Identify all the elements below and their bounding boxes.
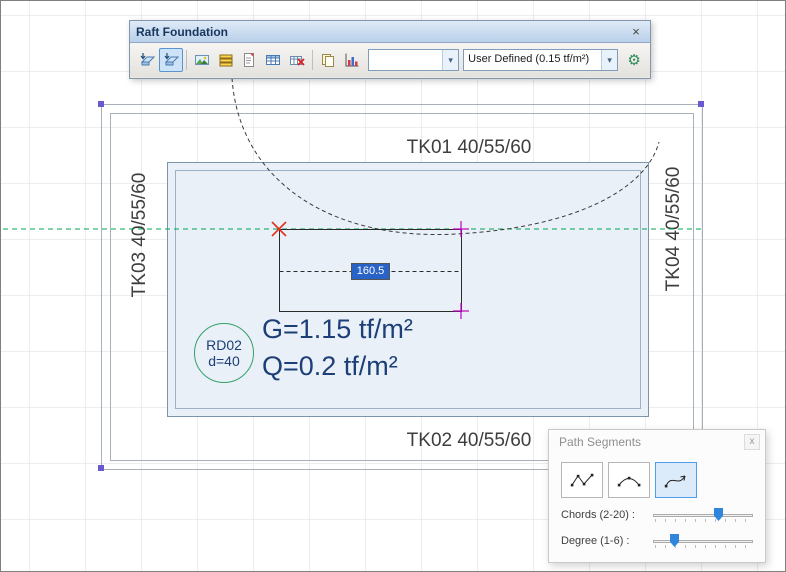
corner-marker xyxy=(98,101,104,107)
beam-label-tk01: TK01 40/55/60 xyxy=(369,137,569,159)
slider-ticks xyxy=(655,519,751,522)
slider-track[interactable] xyxy=(653,514,753,517)
chart-icon[interactable] xyxy=(340,48,364,72)
raft-tag-circle: RD02 d=40 xyxy=(194,323,254,383)
polyline-icon xyxy=(569,471,595,489)
load-g-label: G=1.15 tf/m² xyxy=(262,314,413,345)
raft-tag-thickness: d=40 xyxy=(208,353,240,369)
dimension-input[interactable]: 160.5 xyxy=(351,263,390,280)
toolbar-separator xyxy=(186,50,187,70)
slider-track[interactable] xyxy=(653,540,753,543)
toolbar-separator xyxy=(312,50,313,70)
chords-slider[interactable] xyxy=(653,507,753,523)
segment-mode-spline-button[interactable] xyxy=(655,462,697,498)
slider-ticks xyxy=(655,545,751,548)
path-segments-panel: Path Segments x xyxy=(548,429,766,563)
segment-mode-polyline-button[interactable] xyxy=(561,462,603,498)
panel-close-button[interactable]: x xyxy=(744,434,760,450)
segment-mode-group xyxy=(561,462,697,498)
degree-slider[interactable] xyxy=(653,533,753,549)
panel-title: Path Segments xyxy=(559,435,641,449)
copy-icon[interactable] xyxy=(316,48,340,72)
beam-label-tk04: TK04 40/55/60 xyxy=(663,154,685,304)
raft-slab-active-icon[interactable] xyxy=(159,48,183,72)
raft-foundation-toolbar: Raft Foundation × xyxy=(129,20,651,79)
load-combo-value: User Defined (0.15 tf/m²) xyxy=(464,50,601,70)
segment-mode-arc-button[interactable] xyxy=(608,462,650,498)
preset-combo[interactable]: ▾ xyxy=(368,49,459,71)
table-icon[interactable] xyxy=(261,48,285,72)
preset-combo-value xyxy=(369,50,442,70)
arc-icon xyxy=(616,471,642,489)
corner-marker xyxy=(698,101,704,107)
toolbar-titlebar[interactable]: Raft Foundation × xyxy=(130,21,650,43)
toolbar-title: Raft Foundation xyxy=(136,25,628,39)
load-q-label: Q=0.2 tf/m² xyxy=(262,351,398,382)
toolbar-body: ▾ User Defined (0.15 tf/m²) ▾ ⚙ xyxy=(130,43,650,77)
beam-label-tk03: TK03 40/55/60 xyxy=(129,160,151,310)
chords-slider-row: Chords (2-20) : xyxy=(561,506,753,524)
report-icon[interactable] xyxy=(237,48,261,72)
chords-slider-label: Chords (2-20) : xyxy=(561,509,653,521)
image-icon[interactable] xyxy=(190,48,214,72)
degree-slider-label: Degree (1-6) : xyxy=(561,535,653,547)
chevron-down-icon[interactable]: ▾ xyxy=(601,50,617,70)
corner-marker xyxy=(98,465,104,471)
load-combo[interactable]: User Defined (0.15 tf/m²) ▾ xyxy=(463,49,618,71)
raft-slab-icon[interactable] xyxy=(135,48,159,72)
raft-tag-name: RD02 xyxy=(206,337,242,353)
chevron-down-icon[interactable]: ▾ xyxy=(442,50,458,70)
toolbar-close-button[interactable]: × xyxy=(628,25,644,39)
spline-icon xyxy=(663,471,689,489)
layers-icon[interactable] xyxy=(214,48,238,72)
application-window: TK01 40/55/60 TK02 40/55/60 TK03 40/55/6… xyxy=(0,0,786,572)
degree-slider-row: Degree (1-6) : xyxy=(561,532,753,550)
gear-icon[interactable]: ⚙ xyxy=(623,49,645,71)
table-delete-icon[interactable] xyxy=(285,48,309,72)
beam-label-tk02: TK02 40/55/60 xyxy=(369,430,569,452)
